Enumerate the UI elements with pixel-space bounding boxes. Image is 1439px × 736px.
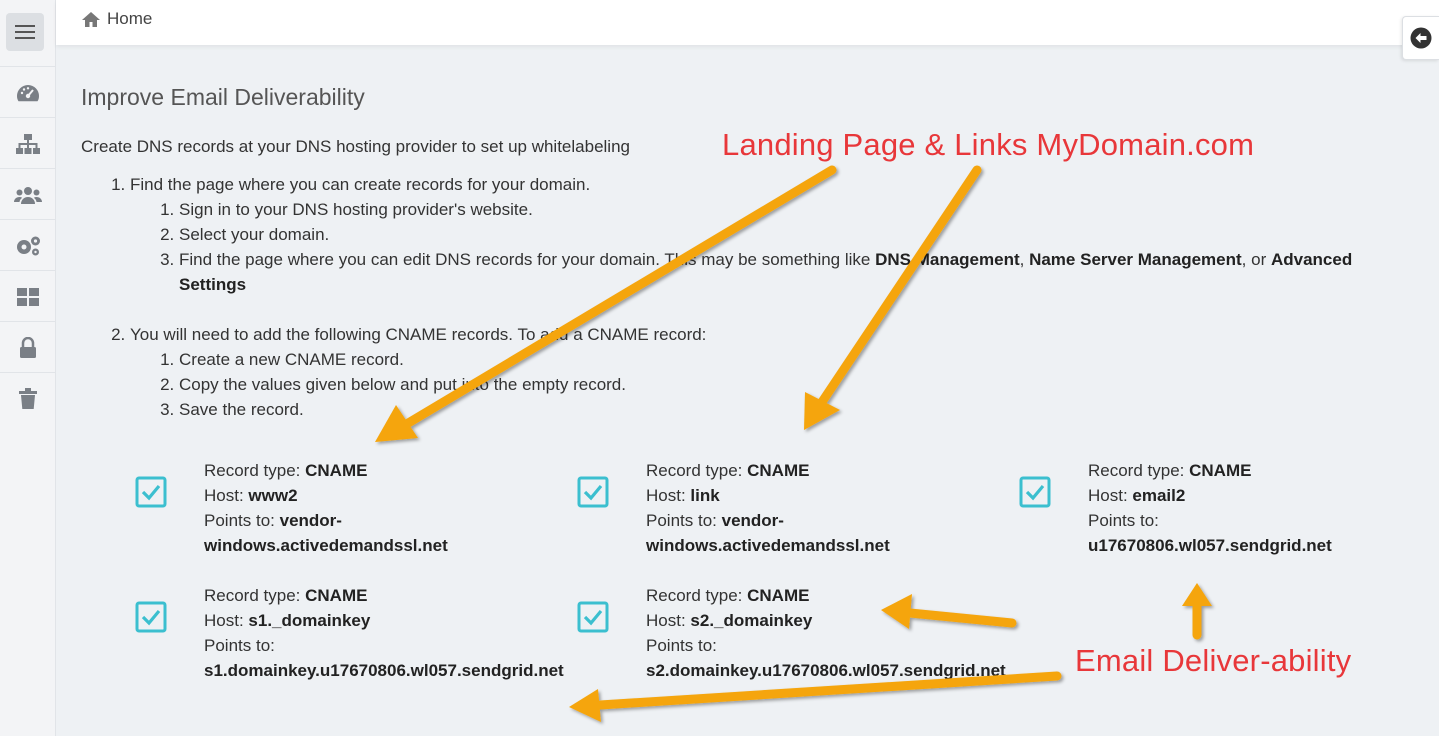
host-label: Host: (204, 486, 249, 505)
points-to-label: Points to: (204, 636, 275, 655)
host-value: email2 (1132, 486, 1186, 505)
record-type-label: Record type: (204, 586, 306, 605)
menu-toggle-button[interactable] (6, 13, 44, 51)
record-type-label: Record type: (1088, 461, 1190, 480)
step-2-text: You will need to add the following CNAME… (130, 325, 707, 344)
host-value: s1._domainkey (248, 611, 371, 630)
hamburger-icon (15, 25, 35, 39)
list-item: Select your domain. (179, 222, 1381, 247)
check-square-icon (135, 601, 167, 633)
top-bar: Home (56, 0, 1439, 45)
points-to-value-part2: s1.domainkey.u17670806.wl057.sendgrid.ne… (204, 661, 564, 680)
annotation-email-deliverability: Email Deliver-ability (1075, 643, 1352, 678)
separator: , or (1241, 250, 1271, 269)
lock-icon (19, 336, 36, 358)
points-to-label: Points to: (646, 511, 722, 530)
list-item: Create a new CNAME record. (179, 347, 1381, 372)
record-type-value: CNAME (747, 461, 810, 480)
page-title: Improve Email Deliverability (81, 84, 365, 110)
step-1-substeps: Sign in to your DNS hosting provider's w… (130, 197, 1381, 297)
dns-management-term: DNS Management (875, 250, 1020, 269)
step-2: You will need to add the following CNAME… (130, 322, 1381, 422)
separator: , (1019, 250, 1030, 269)
sidebar (0, 0, 56, 736)
list-item: Save the record. (179, 397, 1381, 422)
points-to-label: Points to: (646, 636, 717, 655)
record-type-value: CNAME (1189, 461, 1252, 480)
check-square-icon (577, 601, 609, 633)
points-to-value-part2: windows.activedemandssl.net (204, 536, 448, 555)
host-label: Host: (646, 486, 691, 505)
sidebar-item-security[interactable] (0, 321, 55, 373)
record-type-label: Record type: (204, 461, 306, 480)
sidebar-item-trash[interactable] (0, 372, 55, 424)
sidebar-item-contacts[interactable] (0, 168, 55, 220)
points-to-value-part1: vendor- (721, 511, 784, 530)
grid-icon (16, 287, 39, 306)
gears-icon (16, 236, 40, 255)
breadcrumb-home-label: Home (107, 9, 153, 28)
host-label: Host: (1088, 486, 1133, 505)
step-2-substeps: Create a new CNAME record. Copy the valu… (130, 347, 1381, 422)
sidebar-item-sitemap[interactable] (0, 117, 55, 169)
points-to-value-part2: u17670806.wl057.sendgrid.net (1088, 536, 1332, 555)
host-value: www2 (248, 486, 298, 505)
check-square-icon (577, 476, 609, 508)
record-type-value: CNAME (305, 586, 368, 605)
record-type-value: CNAME (747, 586, 810, 605)
speedometer-icon (16, 84, 39, 101)
trash-icon (18, 387, 37, 409)
sidebar-item-dashboard[interactable] (0, 66, 55, 118)
points-to-label: Points to: (1088, 511, 1159, 530)
check-square-icon (1019, 476, 1051, 508)
sidebar-item-dashboard-grid[interactable] (0, 270, 55, 322)
points-to-value-part2: windows.activedemandssl.net (646, 536, 890, 555)
host-label: Host: (646, 611, 691, 630)
list-item: Sign in to your DNS hosting provider's w… (179, 197, 1381, 222)
step-1: Find the page where you can create recor… (130, 172, 1381, 297)
users-icon (13, 186, 42, 204)
points-to-value-part2: s2.domainkey.u17670806.wl057.sendgrid.ne… (646, 661, 1006, 680)
breadcrumb-home[interactable]: Home (81, 9, 152, 29)
sitemap-icon (15, 133, 40, 154)
arrow-circle-left-icon (1410, 27, 1432, 49)
sidebar-item-settings[interactable] (0, 219, 55, 271)
points-to-label: Points to: (204, 511, 280, 530)
points-to-value-part1: vendor- (279, 511, 342, 530)
list-item: Copy the values given below and put into… (179, 372, 1381, 397)
record-type-label: Record type: (646, 461, 748, 480)
annotation-landing-page: Landing Page & Links MyDomain.com (722, 127, 1255, 162)
host-label: Host: (204, 611, 249, 630)
name-server-management-term: Name Server Management (1029, 250, 1242, 269)
record-type-value: CNAME (305, 461, 368, 480)
check-square-icon (135, 476, 167, 508)
substep-text: Find the page where you can edit DNS rec… (179, 250, 876, 269)
host-value: s2._domainkey (690, 611, 813, 630)
steps-list: Find the page where you can create recor… (81, 172, 1381, 422)
list-item: Find the page where you can edit DNS rec… (179, 247, 1381, 297)
back-button[interactable] (1402, 16, 1439, 60)
step-1-text: Find the page where you can create recor… (130, 175, 591, 194)
host-value: link (690, 486, 720, 505)
record-type-label: Record type: (646, 586, 748, 605)
home-icon (82, 11, 100, 27)
